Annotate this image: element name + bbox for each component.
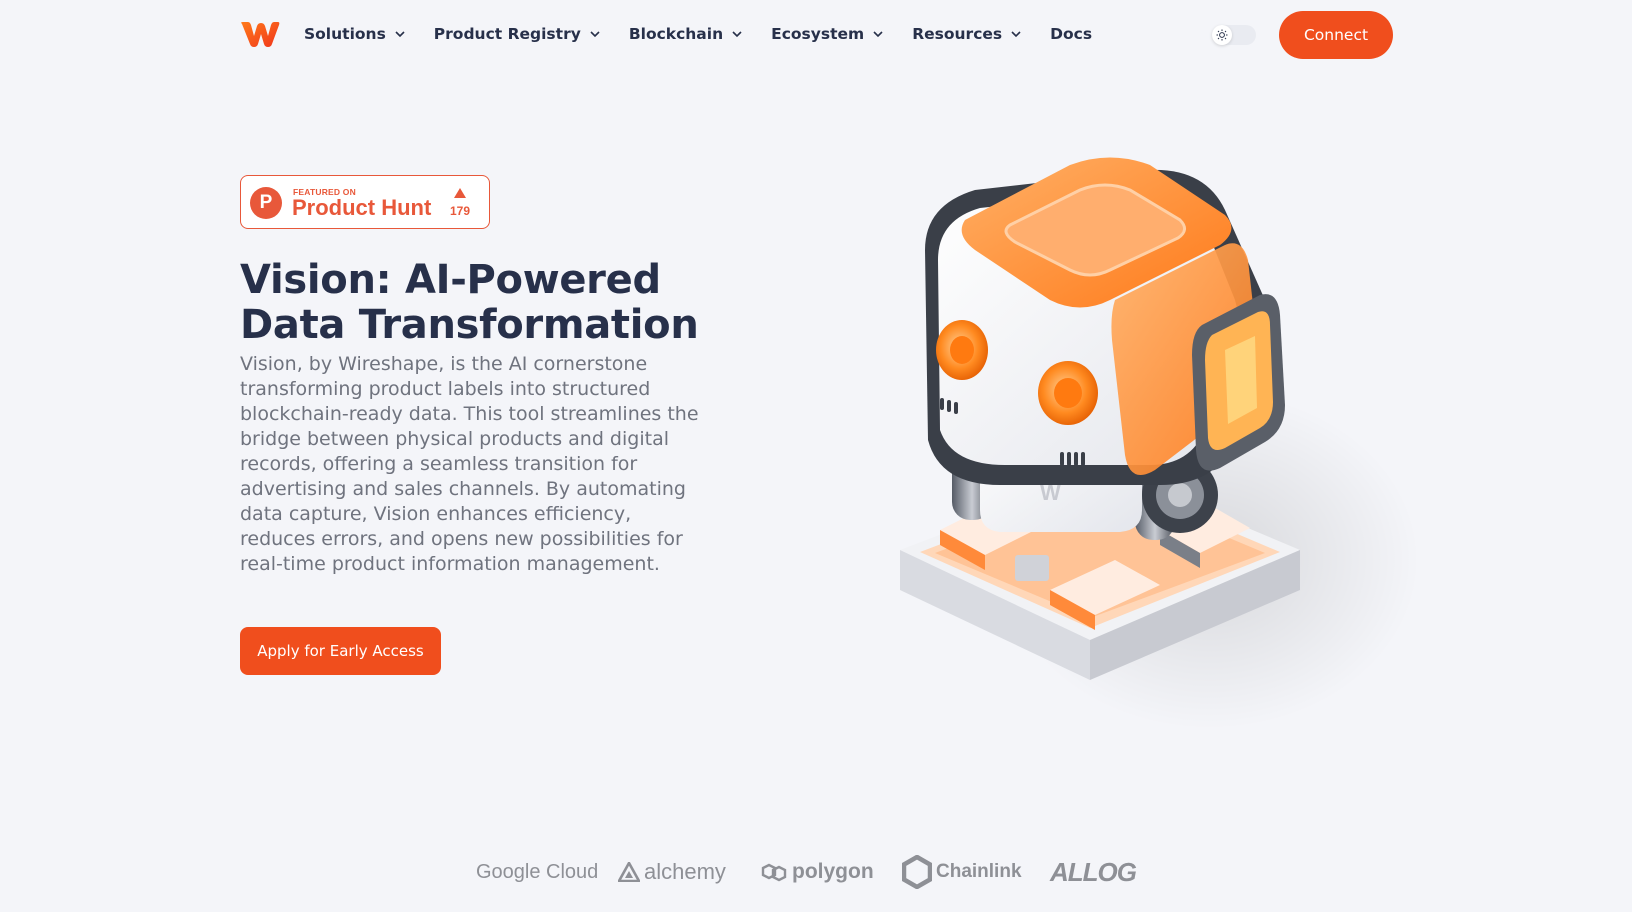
chainlink-label: Chainlink xyxy=(936,861,1022,882)
chevron-down-icon xyxy=(732,31,742,38)
chevron-down-icon xyxy=(590,31,600,38)
alchemy-logo: alchemy xyxy=(618,852,726,892)
theme-toggle[interactable] xyxy=(1212,25,1256,45)
menu-ecosystem-label: Ecosystem xyxy=(771,25,865,43)
menu-solutions-label: Solutions xyxy=(304,25,386,43)
alchemy-label: alchemy xyxy=(644,859,726,884)
menu-solutions[interactable]: Solutions xyxy=(304,22,406,46)
menu-resources-label: Resources xyxy=(912,25,1003,43)
polygon-logo: polygon xyxy=(760,852,874,892)
chevron-down-icon xyxy=(1011,31,1021,38)
wireshape-logo-icon[interactable] xyxy=(240,20,280,48)
menu-blockchain[interactable]: Blockchain xyxy=(629,22,743,46)
product-hunt-logo-icon: P xyxy=(250,187,282,219)
hero-title: Vision: AI-Powered Data Transformation xyxy=(240,258,760,348)
google-cloud-label: Google Cloud xyxy=(476,860,599,883)
connect-button[interactable]: Connect xyxy=(1279,11,1393,59)
apply-early-access-button[interactable]: Apply for Early Access xyxy=(240,627,441,675)
theme-knob xyxy=(1212,25,1232,45)
robot-illustration-icon: W xyxy=(900,157,1420,730)
menu-resources[interactable]: Resources xyxy=(912,22,1022,46)
product-hunt-upvote-count: 179 xyxy=(449,204,471,218)
menu-docs[interactable]: Docs xyxy=(1050,22,1092,46)
chainlink-hexagon-icon xyxy=(902,855,932,889)
alchemy-triangle-icon xyxy=(618,862,640,882)
hero-title-line1: Vision: AI-Powered xyxy=(240,257,661,303)
menu-blockchain-label: Blockchain xyxy=(628,25,724,43)
menu-product-registry-label: Product Registry xyxy=(433,25,581,43)
sun-icon xyxy=(1216,29,1228,41)
partner-logos: Google Cloud alchemy polygon Chainlink A… xyxy=(0,852,1632,896)
chainlink-logo: Chainlink xyxy=(902,852,1022,892)
top-navigation: Solutions Product Registry Blockchain Ec… xyxy=(0,0,1632,70)
allog-label: ALLOG xyxy=(1050,856,1137,887)
hero-description: Vision, by Wireshape, is the AI cornerst… xyxy=(240,353,699,575)
polygon-label: polygon xyxy=(792,860,874,883)
triangle-up-icon xyxy=(454,188,466,198)
main-menu: Solutions Product Registry Blockchain Ec… xyxy=(304,22,1120,46)
product-hunt-name: Product Hunt xyxy=(292,195,432,220)
chevron-down-icon xyxy=(395,31,405,38)
menu-product-registry[interactable]: Product Registry xyxy=(434,22,601,46)
hero-title-line2: Data Transformation xyxy=(240,302,699,348)
chevron-down-icon xyxy=(873,31,883,38)
google-cloud-logo: Google Cloud xyxy=(476,852,598,892)
menu-ecosystem[interactable]: Ecosystem xyxy=(771,22,884,46)
allog-logo: ALLOG xyxy=(1050,852,1137,892)
product-hunt-badge[interactable]: P FEATURED ON Product Hunt 179 xyxy=(240,175,490,229)
polygon-chain-icon xyxy=(761,863,787,882)
menu-docs-label: Docs xyxy=(1050,25,1093,43)
